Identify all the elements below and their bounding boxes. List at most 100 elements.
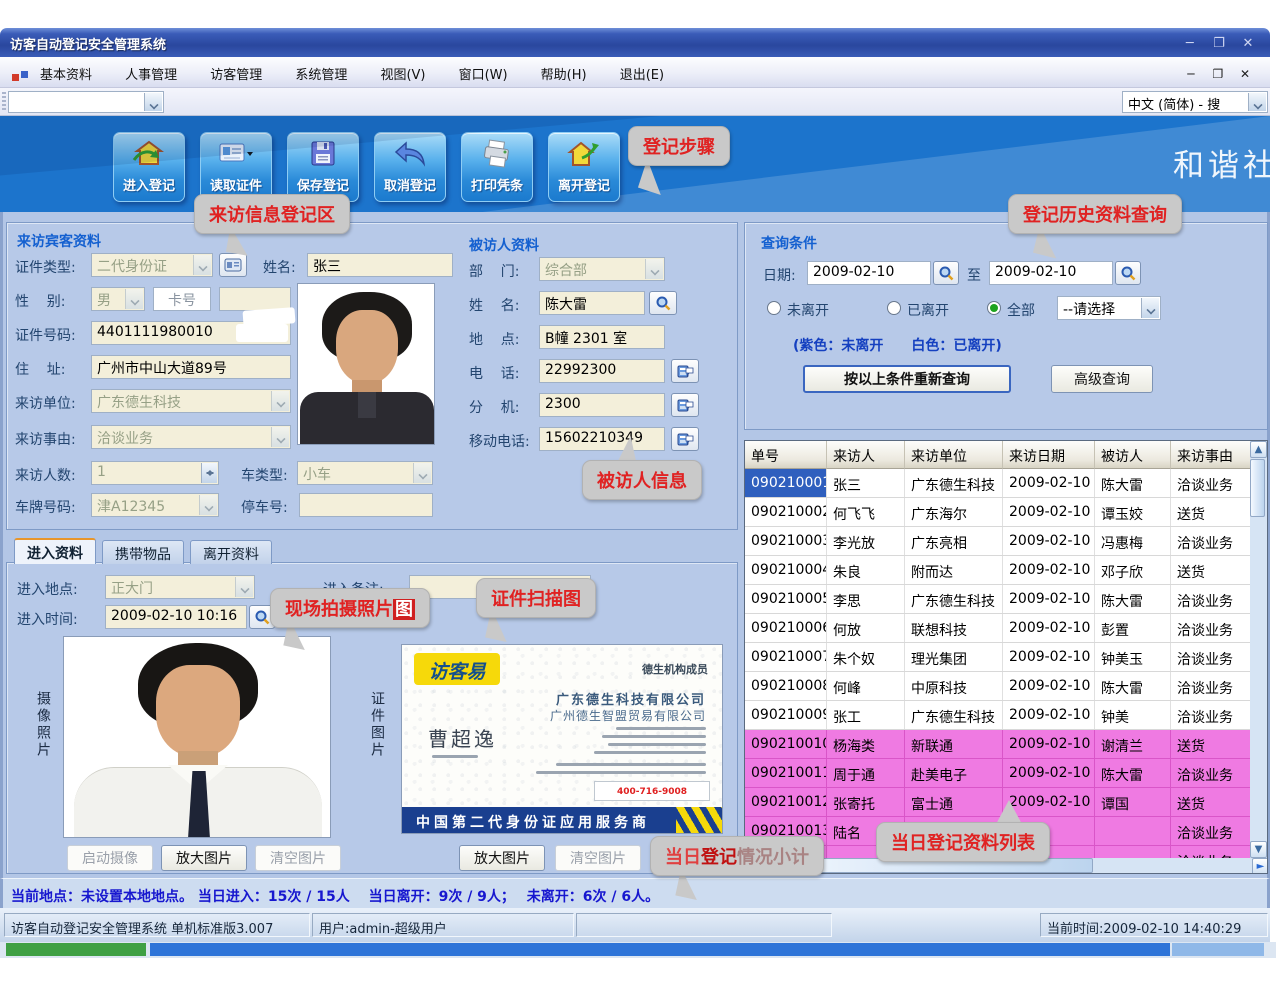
chevron-down-icon[interactable] xyxy=(1141,298,1159,318)
chevron-down-icon[interactable] xyxy=(144,93,162,111)
scroll-up-icon[interactable]: ▲ xyxy=(1250,441,1267,458)
company-select[interactable]: 广东德生科技 xyxy=(91,389,291,413)
table-row[interactable]: 090210001张三广东德生科技2009-02-10陈大雷洽谈业务 xyxy=(745,469,1252,498)
language-bar-select[interactable]: 中文 (简体) - 搜 xyxy=(1122,91,1268,113)
cancel-register-button[interactable]: 取消登记 xyxy=(374,132,446,202)
table-cell[interactable]: 090210012 xyxy=(745,788,827,816)
table-cell[interactable]: 冯惠梅 xyxy=(1095,527,1171,555)
table-row[interactable]: 090210002何飞飞广东海尔2009-02-10谭玉姣送货 xyxy=(745,498,1252,527)
visitor-count-stepper[interactable]: 1 xyxy=(91,461,219,485)
table-cell[interactable] xyxy=(1095,846,1171,858)
table-row[interactable]: 090210005李思广东德生科技2009-02-10陈大雷洽谈业务 xyxy=(745,585,1252,614)
menu-item-system[interactable]: 系统管理 xyxy=(295,57,347,90)
leave-register-button[interactable]: 离开登记 xyxy=(548,132,620,202)
table-cell[interactable]: 杨海类 xyxy=(827,730,905,758)
table-cell[interactable]: 090210003 xyxy=(745,527,827,555)
table-cell[interactable]: 钟美玉 xyxy=(1095,643,1171,671)
vehicle-type-select[interactable]: 小车 xyxy=(297,461,433,485)
table-row[interactable]: 090210007朱个奴理光集团2009-02-10钟美玉洽谈业务 xyxy=(745,643,1252,672)
table-cell[interactable]: 广东德生科技 xyxy=(905,469,1003,497)
table-cell[interactable]: 钟美 xyxy=(1095,701,1171,729)
table-cell[interactable]: 谭玉姣 xyxy=(1095,498,1171,526)
tab-leave-info[interactable]: 离开资料 xyxy=(190,540,272,564)
close-icon[interactable]: ✕ xyxy=(1236,35,1260,53)
visitee-name-field[interactable]: 陈大雷 xyxy=(539,291,645,315)
table-cell[interactable]: 朱个奴 xyxy=(827,643,905,671)
dept-select[interactable]: 综合部 xyxy=(539,257,665,281)
mobile-field[interactable]: 15602210349 xyxy=(539,427,665,451)
table-cell[interactable]: 2009-02-10 xyxy=(1003,672,1095,700)
table-row[interactable]: 090210010杨海类新联通2009-02-10谢清兰送货 xyxy=(745,730,1252,759)
table-cell[interactable]: 李光放 xyxy=(827,527,905,555)
table-cell[interactable]: 陈大雷 xyxy=(1095,585,1171,613)
table-cell[interactable]: 张寄托 xyxy=(827,788,905,816)
scroll-down-icon[interactable]: ▼ xyxy=(1250,841,1267,858)
table-row[interactable]: 090210011周于通赴美电子2009-02-10陈大雷洽谈业务 xyxy=(745,759,1252,788)
table-cell[interactable]: 090210007 xyxy=(745,643,827,671)
column-header[interactable]: 来访人 xyxy=(827,441,905,469)
table-cell[interactable]: 洽谈业务 xyxy=(1171,817,1252,845)
table-cell[interactable]: 洽谈业务 xyxy=(1171,614,1252,642)
table-cell[interactable]: 彭置 xyxy=(1095,614,1171,642)
menu-item-help[interactable]: 帮助(H) xyxy=(541,57,587,90)
enlarge-card-button[interactable]: 放大图片 xyxy=(459,845,545,871)
table-row[interactable]: 090210008何峰中原科技2009-02-10陈大雷洽谈业务 xyxy=(745,672,1252,701)
table-row[interactable]: 090210003李光放广东亮相2009-02-10冯惠梅洽谈业务 xyxy=(745,527,1252,556)
table-cell[interactable]: 2009-02-10 xyxy=(1003,469,1095,497)
entry-location-select[interactable]: 正大门 xyxy=(105,575,255,599)
menu-item-visitor[interactable]: 访客管理 xyxy=(210,57,262,90)
advanced-query-button[interactable]: 高级查询 xyxy=(1051,365,1153,393)
column-header[interactable]: 来访事由 xyxy=(1171,441,1252,469)
table-cell[interactable]: 理光集团 xyxy=(905,643,1003,671)
table-cell[interactable]: 何飞飞 xyxy=(827,498,905,526)
table-cell[interactable]: 090210001 xyxy=(745,469,827,497)
read-card-button[interactable]: 读取证件 xyxy=(200,132,272,202)
radio-left[interactable] xyxy=(887,301,901,315)
chevron-down-icon[interactable] xyxy=(199,495,217,515)
table-cell[interactable]: 洽谈业务 xyxy=(1171,846,1252,858)
table-cell[interactable]: 2009-02-10 xyxy=(1003,556,1095,584)
table-cell[interactable]: 2009-02-10 xyxy=(1003,730,1095,758)
table-cell[interactable]: 洽谈业务 xyxy=(1171,759,1252,787)
filter-select[interactable]: --请选择 xyxy=(1057,296,1161,320)
clear-card-button[interactable]: 清空图片 xyxy=(555,845,641,871)
chevron-down-icon[interactable] xyxy=(193,255,211,275)
quick-select-combobox[interactable] xyxy=(8,91,164,113)
tab-carried-items[interactable]: 携带物品 xyxy=(102,540,184,564)
table-cell[interactable]: 附而达 xyxy=(905,556,1003,584)
visitor-name-field[interactable]: 张三 xyxy=(307,253,453,277)
table-cell[interactable]: 090210005 xyxy=(745,585,827,613)
table-cell[interactable]: 送货 xyxy=(1171,788,1252,816)
scroll-right-icon[interactable]: ► xyxy=(1252,858,1268,874)
requery-button[interactable]: 按以上条件重新查询 xyxy=(803,365,1011,393)
table-cell[interactable]: 2009-02-10 xyxy=(1003,614,1095,642)
table-cell[interactable]: 陈大雷 xyxy=(1095,469,1171,497)
table-cell[interactable]: 2009-02-10 xyxy=(1003,643,1095,671)
table-cell[interactable]: 陈大雷 xyxy=(1095,759,1171,787)
minimize-icon[interactable]: ─ xyxy=(1178,35,1202,53)
column-header[interactable]: 单号 xyxy=(745,441,827,469)
table-cell[interactable]: 何峰 xyxy=(827,672,905,700)
date-to-picker-button[interactable] xyxy=(1115,261,1141,285)
column-header[interactable]: 被访人 xyxy=(1095,441,1171,469)
menu-item-hr[interactable]: 人事管理 xyxy=(125,57,177,90)
table-cell[interactable]: 谭国 xyxy=(1095,788,1171,816)
phone-field[interactable]: 22992300 xyxy=(539,359,665,383)
table-cell[interactable]: 张三 xyxy=(827,469,905,497)
table-cell[interactable]: 邓子欣 xyxy=(1095,556,1171,584)
ext-field[interactable]: 2300 xyxy=(539,393,665,417)
chevron-down-icon[interactable] xyxy=(271,391,289,411)
entry-time-field[interactable]: 2009-02-10 10:16 xyxy=(105,605,247,629)
table-cell[interactable]: 新联通 xyxy=(905,730,1003,758)
parking-field[interactable] xyxy=(299,493,433,517)
table-cell[interactable]: 090210010 xyxy=(745,730,827,758)
table-cell[interactable]: 2009-02-10 xyxy=(1003,701,1095,729)
cert-type-select[interactable]: 二代身份证 xyxy=(91,253,213,277)
table-cell[interactable]: 2009-02-10 xyxy=(1003,527,1095,555)
radio-all[interactable] xyxy=(987,301,1001,315)
table-row[interactable]: 090210006何放联想科技2009-02-10彭置洽谈业务 xyxy=(745,614,1252,643)
stepper-arrows-icon[interactable] xyxy=(201,463,217,483)
restore-icon[interactable]: ❐ xyxy=(1207,35,1231,53)
date-from-picker-button[interactable] xyxy=(933,261,959,285)
menu-item-view[interactable]: 视图(V) xyxy=(380,57,425,90)
